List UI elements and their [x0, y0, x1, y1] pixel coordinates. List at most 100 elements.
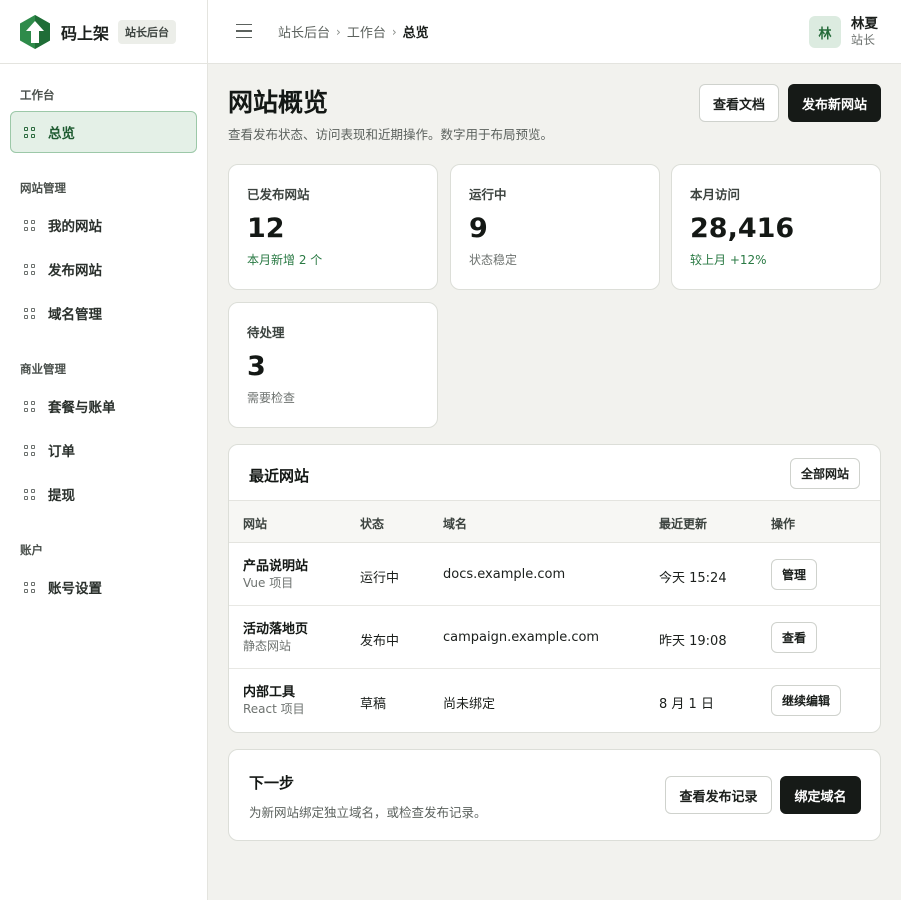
- stat-card-visits: 本月访问 28,416 较上月 +12%: [671, 164, 881, 290]
- site-cell: 产品说明站 Vue 项目: [243, 558, 308, 591]
- site-name: 活动落地页: [243, 622, 309, 637]
- user-meta: 林夏 站长: [851, 16, 878, 48]
- stat-label: 运行中: [469, 187, 507, 202]
- user-role: 站长: [851, 33, 876, 47]
- sidebar-item-overview[interactable]: 总览: [10, 111, 197, 153]
- nav-group-title: 网站管理: [20, 181, 66, 195]
- nav-group-sites: 网站管理 我的网站 发布网站 域名管理: [0, 179, 207, 334]
- sidebar-item-my-sites[interactable]: 我的网站: [10, 204, 197, 246]
- breadcrumb-current: 总览: [402, 26, 429, 41]
- sidebar-item-label: 总览: [48, 126, 75, 142]
- grid-icon: [24, 444, 35, 456]
- recent-sites-panel: 最近网站 全部网站 网站 状态 域名 最近更新 操作 产品说明站 Vue 项目 …: [228, 444, 881, 733]
- nav-group-title: 工作台: [20, 88, 55, 102]
- table-header: 网站 状态 域名 最近更新 操作: [229, 501, 880, 543]
- column-header: 网站: [243, 517, 268, 531]
- page-subtitle: 查看发布状态、访问表现和近期操作。数字用于布局预览。: [228, 127, 554, 142]
- sidebar: 码上架 站长后台 工作台 总览 网站管理 我的网站 发布网站 域名管理 商业管理…: [0, 0, 208, 900]
- column-header: 操作: [771, 517, 796, 531]
- stat-label: 本月访问: [690, 187, 741, 202]
- breadcrumb-item[interactable]: 工作台: [347, 22, 386, 41]
- stat-value: 9: [469, 213, 488, 244]
- sidebar-item-publish-site[interactable]: 发布网站: [10, 248, 197, 290]
- next-title: 下一步: [249, 774, 295, 792]
- site-type: Vue 项目: [243, 576, 294, 590]
- panel-header: 最近网站 全部网站: [229, 445, 880, 501]
- site-status: 运行中: [360, 571, 400, 586]
- site-domain: campaign.example.com: [443, 630, 600, 645]
- user-menu[interactable]: 林 林夏 站长: [809, 16, 878, 48]
- view-button[interactable]: 查看: [771, 622, 818, 653]
- grid-icon: [24, 581, 35, 593]
- manage-button[interactable]: 管理: [771, 559, 818, 590]
- continue-edit-button[interactable]: 继续编辑: [771, 685, 842, 716]
- site-status: 草稿: [360, 697, 387, 712]
- table-row: 活动落地页 静态网站 发布中 campaign.example.com 昨天 1…: [229, 606, 880, 669]
- grid-icon: [24, 400, 35, 412]
- menu-icon[interactable]: [236, 23, 252, 39]
- page-title: 网站概览: [228, 88, 329, 117]
- sidebar-item-account-settings[interactable]: 账号设置: [10, 566, 197, 608]
- site-updated: 8 月 1 日: [659, 697, 714, 712]
- view-records-button[interactable]: 查看发布记录: [665, 776, 772, 814]
- user-name: 林夏: [851, 16, 878, 32]
- brand: 码上架 站长后台: [0, 0, 207, 64]
- grid-icon: [24, 263, 35, 275]
- site-domain: docs.example.com: [443, 567, 566, 582]
- stat-card-pending: 待处理 3 需要检查: [228, 302, 438, 428]
- breadcrumb: 站长后台 › 工作台 › 总览: [278, 22, 429, 42]
- stat-card-running: 运行中 9 状态稳定: [450, 164, 660, 290]
- grid-icon: [24, 219, 35, 231]
- stat-note: 较上月 +12%: [690, 253, 767, 267]
- sidebar-item-label: 账号设置: [48, 581, 102, 597]
- site-updated: 今天 15:24: [659, 571, 727, 586]
- sidebar-item-label: 订单: [48, 444, 75, 460]
- bind-domain-button[interactable]: 绑定域名: [780, 776, 861, 814]
- stat-value: 28,416: [690, 213, 795, 244]
- site-domain: 尚未绑定: [443, 697, 496, 712]
- app: 码上架 站长后台 工作台 总览 网站管理 我的网站 发布网站 域名管理 商业管理…: [0, 0, 901, 900]
- nav-group-account: 账户 账号设置: [0, 541, 207, 608]
- sidebar-item-label: 我的网站: [48, 219, 102, 235]
- publish-site-button[interactable]: 发布新网站: [788, 84, 881, 122]
- sidebar-item-domains[interactable]: 域名管理: [10, 292, 197, 334]
- sidebar-item-plans-billing[interactable]: 套餐与账单: [10, 385, 197, 427]
- chevron-right-icon: ›: [391, 24, 397, 39]
- topbar: 站长后台 › 工作台 › 总览 林 林夏 站长: [208, 0, 901, 64]
- brand-badge: 站长后台: [118, 19, 177, 44]
- column-header: 状态: [360, 517, 385, 531]
- all-sites-button[interactable]: 全部网站: [790, 458, 860, 489]
- site-name: 内部工具: [243, 685, 296, 700]
- sidebar-item-orders[interactable]: 订单: [10, 429, 197, 471]
- sidebar-item-withdraw[interactable]: 提现: [10, 473, 197, 515]
- panel-title: 最近网站: [249, 467, 310, 485]
- stat-label: 待处理: [247, 325, 285, 340]
- site-status: 发布中: [360, 634, 400, 649]
- grid-icon: [24, 126, 35, 138]
- view-docs-button[interactable]: 查看文档: [699, 84, 779, 122]
- site-type: React 项目: [243, 702, 305, 716]
- nav-group-business: 商业管理 套餐与账单 订单 提现: [0, 360, 207, 515]
- breadcrumb-item[interactable]: 站长后台: [278, 22, 330, 41]
- site-type: 静态网站: [243, 639, 292, 653]
- sidebar-item-label: 提现: [48, 488, 75, 504]
- stat-value: 12: [247, 213, 285, 244]
- column-header: 域名: [443, 517, 468, 531]
- nav-group-title: 商业管理: [20, 362, 66, 376]
- stat-note: 状态稳定: [469, 253, 518, 267]
- grid-icon: [24, 488, 35, 500]
- nav-group-workbench: 工作台 总览: [0, 86, 207, 153]
- column-header: 最近更新: [659, 517, 708, 531]
- table-row: 产品说明站 Vue 项目 运行中 docs.example.com 今天 15:…: [229, 543, 880, 606]
- brand-name: 码上架: [61, 23, 110, 43]
- avatar: 林: [809, 16, 841, 48]
- sidebar-item-label: 套餐与账单: [48, 400, 116, 416]
- sidebar-item-label: 域名管理: [48, 307, 102, 323]
- grid-icon: [24, 307, 35, 319]
- site-cell: 活动落地页 静态网站: [243, 621, 308, 654]
- arrow-up-logo-icon: [20, 14, 50, 49]
- chevron-right-icon: ›: [336, 24, 341, 39]
- sidebar-item-label: 发布网站: [48, 263, 102, 279]
- stat-note: 需要检查: [247, 391, 296, 405]
- next-steps-panel: 下一步 为新网站绑定独立域名，或检查发布记录。 查看发布记录 绑定域名: [228, 749, 881, 841]
